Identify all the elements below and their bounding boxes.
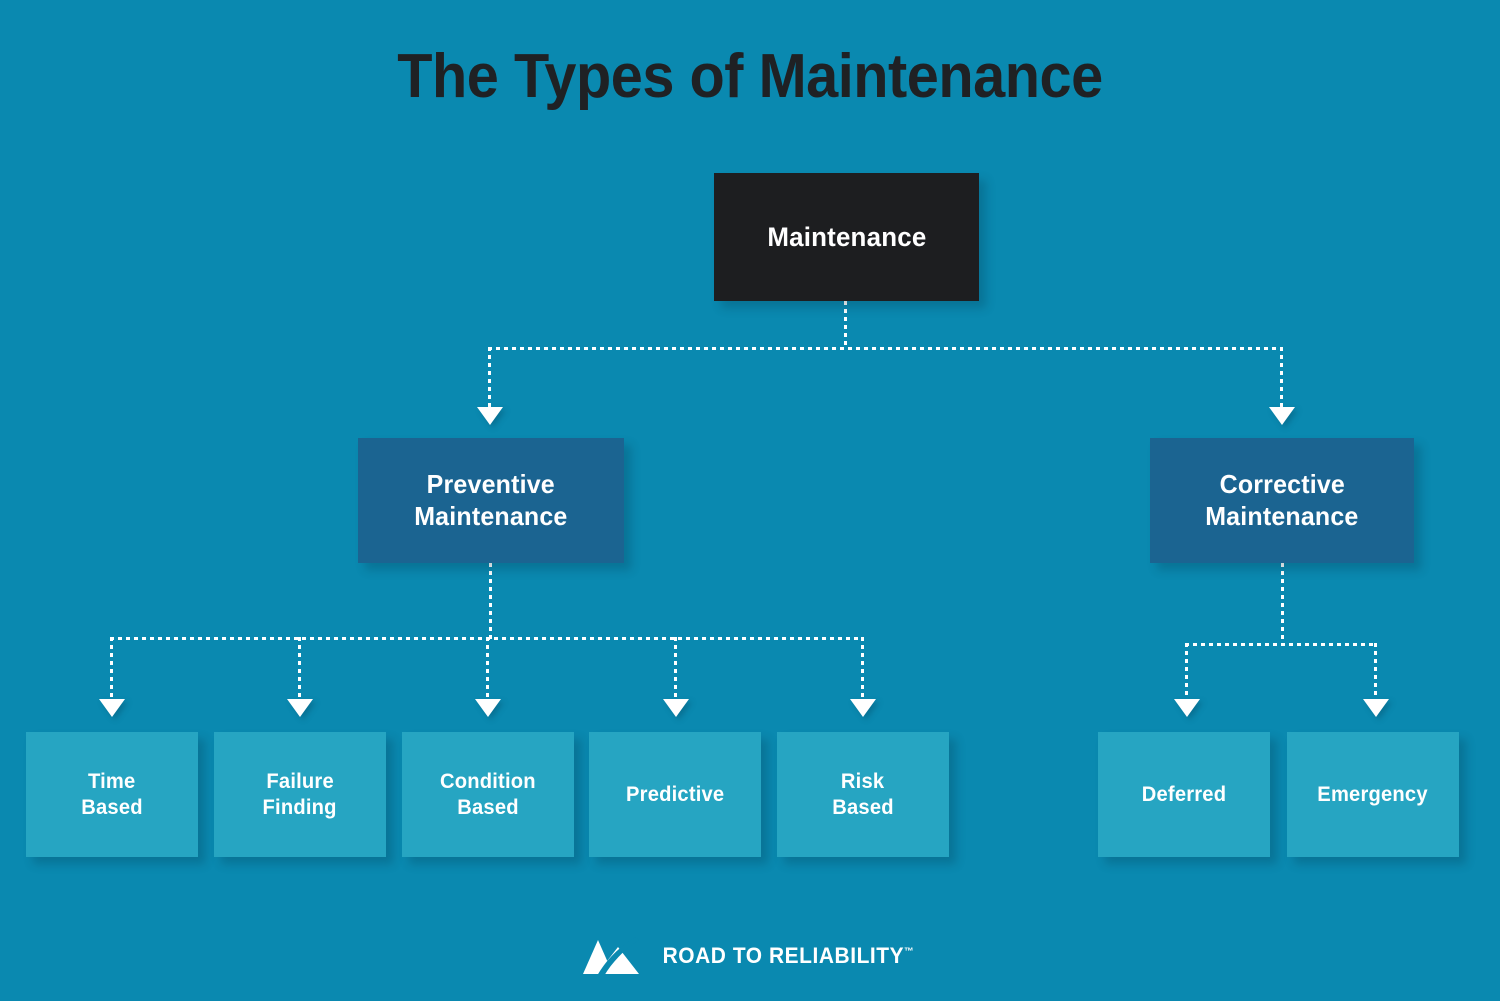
node-failure-finding[interactable]: Failure Finding bbox=[214, 732, 386, 857]
node-risk-based[interactable]: Risk Based bbox=[777, 732, 949, 857]
node-maintenance-label: Maintenance bbox=[766, 221, 927, 252]
node-condition-based[interactable]: Condition Based bbox=[402, 732, 574, 857]
node-deferred[interactable]: Deferred bbox=[1098, 732, 1270, 857]
connector-preventive-to-risk-based bbox=[861, 637, 864, 701]
arrow-to-predictive bbox=[663, 699, 689, 717]
arrow-to-failure-finding bbox=[287, 699, 313, 717]
node-predictive-label: Predictive bbox=[625, 782, 725, 806]
connector-preventive-to-time-based bbox=[110, 637, 113, 701]
connector-corrective-to-deferred bbox=[1185, 643, 1188, 701]
node-risk-based-label-line2: Based bbox=[832, 795, 894, 819]
node-emergency[interactable]: Emergency bbox=[1287, 732, 1459, 857]
node-time-based-label-line2: Based bbox=[81, 795, 143, 819]
node-emergency-label: Emergency bbox=[1317, 782, 1429, 806]
node-time-based-label-line1: Time bbox=[88, 769, 136, 793]
arrow-to-time-based bbox=[99, 699, 125, 717]
trademark-symbol: ™ bbox=[903, 946, 914, 958]
node-failure-finding-label-line1: Failure bbox=[266, 769, 334, 793]
connector-corrective-bus bbox=[1185, 643, 1377, 646]
footer-logo: ROAD TO RELIABILITY™ bbox=[0, 934, 1500, 978]
connector-corrective-stem bbox=[1281, 563, 1284, 645]
arrow-to-deferred bbox=[1174, 699, 1200, 717]
brand-name: ROAD TO RELIABILITY™ bbox=[662, 943, 914, 969]
node-risk-based-label-line1: Risk bbox=[841, 769, 885, 793]
connector-corrective-to-emergency bbox=[1374, 643, 1377, 701]
connector-root-stem bbox=[844, 301, 847, 349]
arrow-to-preventive bbox=[477, 407, 503, 425]
infographic-canvas: The Types of Maintenance Maintenance Pre… bbox=[0, 0, 1500, 1001]
mountain-swoosh-icon bbox=[582, 937, 639, 976]
arrow-to-corrective bbox=[1269, 407, 1295, 425]
node-preventive-label-line1: Preventive bbox=[426, 468, 556, 499]
node-time-based[interactable]: Time Based bbox=[26, 732, 198, 857]
connector-preventive-to-condition-based bbox=[486, 637, 489, 701]
arrow-to-emergency bbox=[1363, 699, 1389, 717]
node-preventive-label-line2: Maintenance bbox=[414, 500, 568, 531]
node-preventive-maintenance[interactable]: Preventive Maintenance bbox=[358, 438, 624, 563]
node-maintenance[interactable]: Maintenance bbox=[714, 173, 979, 301]
connector-root-to-preventive bbox=[488, 347, 491, 409]
brand-name-text: ROAD TO RELIABILITY bbox=[662, 943, 904, 968]
node-corrective-label-line1: Corrective bbox=[1219, 468, 1345, 499]
node-corrective-label-line2: Maintenance bbox=[1205, 500, 1359, 531]
node-condition-based-label-line2: Based bbox=[457, 795, 519, 819]
node-failure-finding-label-line2: Finding bbox=[262, 795, 338, 819]
arrow-to-condition-based bbox=[475, 699, 501, 717]
connector-preventive-stem bbox=[489, 563, 492, 639]
page-title: The Types of Maintenance bbox=[397, 42, 1103, 111]
connector-root-bus bbox=[488, 347, 1283, 350]
connector-preventive-to-predictive bbox=[674, 637, 677, 701]
node-predictive[interactable]: Predictive bbox=[589, 732, 761, 857]
arrow-to-risk-based bbox=[850, 699, 876, 717]
node-condition-based-label-line1: Condition bbox=[440, 769, 536, 793]
node-corrective-maintenance[interactable]: Corrective Maintenance bbox=[1150, 438, 1414, 563]
connector-root-to-corrective bbox=[1280, 347, 1283, 409]
connector-preventive-to-failure-finding bbox=[298, 637, 301, 701]
node-deferred-label: Deferred bbox=[1141, 782, 1227, 806]
